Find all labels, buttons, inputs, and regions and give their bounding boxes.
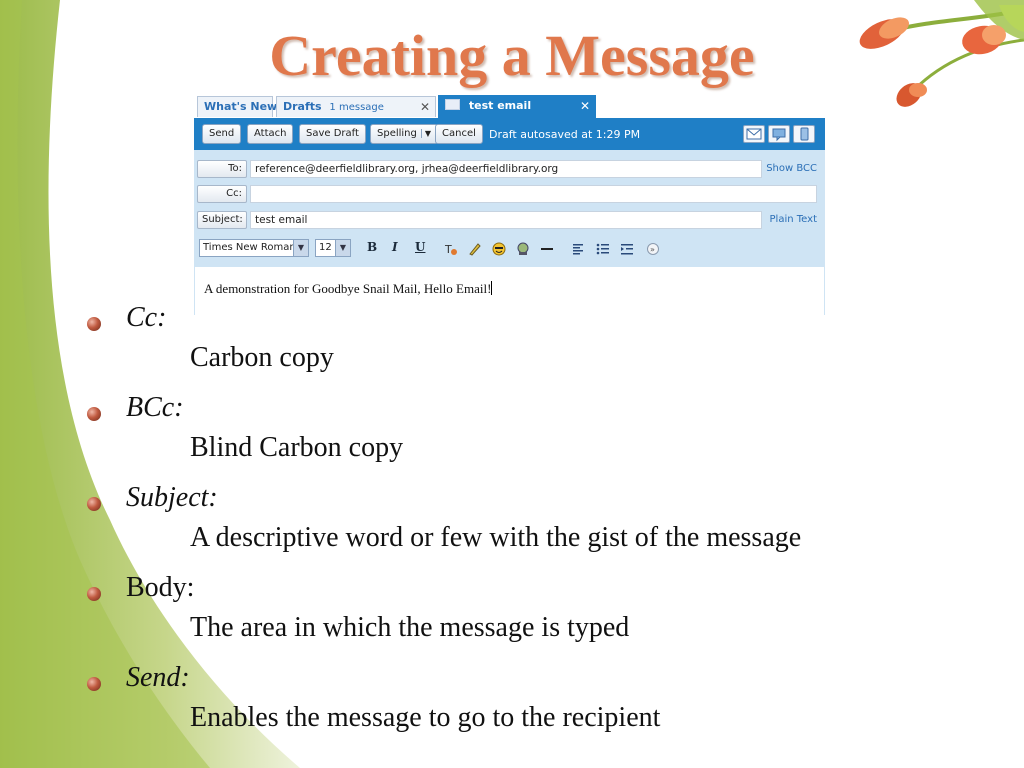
im-icon[interactable] xyxy=(768,125,790,143)
chevron-down-icon[interactable]: ▼ xyxy=(420,129,431,138)
tab-count: 1 message xyxy=(329,102,384,113)
bullet-term: Body: xyxy=(126,572,195,603)
to-field[interactable]: reference@deerfieldlibrary.org, jrhea@de… xyxy=(250,160,762,178)
insert-image-icon[interactable] xyxy=(516,242,530,256)
tab-bar: What's New Drafts 1 message ✕ test email… xyxy=(194,95,825,118)
send-button[interactable]: Send xyxy=(202,124,242,144)
mail-icon xyxy=(445,99,460,110)
bullet-icon xyxy=(87,497,101,511)
tab-test-email[interactable]: test email ✕ xyxy=(438,95,596,118)
bullet-icon xyxy=(87,407,101,421)
size-select[interactable]: 12 ▼ xyxy=(315,239,351,257)
plain-text-link[interactable]: Plain Text xyxy=(770,214,817,225)
align-icon[interactable] xyxy=(572,242,586,256)
chevron-down-icon[interactable]: ▼ xyxy=(293,240,308,256)
bullet-icon xyxy=(87,677,101,691)
format-toolbar: Times New Roman ▼ 12 ▼ B I U T » xyxy=(194,236,825,263)
bullet-term: Subject: xyxy=(126,482,218,513)
bullet-icon xyxy=(87,587,101,601)
spelling-button[interactable]: Spelling ▼ xyxy=(370,124,439,144)
header-fields: To: reference@deerfieldlibrary.org, jrhe… xyxy=(194,150,825,267)
bullet-definition: Carbon copy xyxy=(190,342,334,373)
tab-label: test email xyxy=(468,99,532,112)
email-view-icon[interactable] xyxy=(743,125,765,143)
tab-whats-new[interactable]: What's New xyxy=(197,96,277,117)
font-value: Times New Roman xyxy=(203,242,296,253)
tab-drafts[interactable]: Drafts 1 message ✕ xyxy=(276,96,436,117)
tab-label: What's New xyxy=(204,100,278,113)
cc-button[interactable]: Cc: xyxy=(197,185,247,203)
spelling-label: Spelling xyxy=(377,128,417,139)
bullet-definition: The area in which the message is typed xyxy=(190,612,630,643)
underline-button[interactable]: U xyxy=(415,240,425,256)
bullet-definition: A descriptive word or few with the gist … xyxy=(190,522,802,553)
bullet-definition: Enables the message to go to the recipie… xyxy=(190,702,661,733)
body-text: A demonstration for Goodbye Snail Mail, … xyxy=(204,281,493,297)
font-select[interactable]: Times New Roman ▼ xyxy=(199,239,309,257)
horizontal-rule-icon[interactable] xyxy=(540,242,554,256)
autosave-status: Draft autosaved at 1:29 PM xyxy=(489,128,641,141)
subject-label: Subject: xyxy=(197,211,247,229)
body-text-value: A demonstration for Goodbye Snail Mail, … xyxy=(204,281,492,296)
compose-toolbar: Send Attach Save Draft Spelling ▼ Cancel … xyxy=(194,118,825,150)
cc-field[interactable] xyxy=(250,185,817,203)
italic-button[interactable]: I xyxy=(392,240,398,256)
to-button[interactable]: To: xyxy=(197,160,247,178)
svg-text:»: » xyxy=(650,245,655,254)
tab-label: Drafts xyxy=(283,100,322,113)
emoticon-icon[interactable] xyxy=(492,242,506,256)
bullet-definition: Blind Carbon copy xyxy=(190,432,404,463)
cancel-button[interactable]: Cancel xyxy=(435,124,483,144)
attach-button[interactable]: Attach xyxy=(247,124,294,144)
subject-field[interactable]: test email xyxy=(250,211,762,229)
more-icon[interactable]: » xyxy=(646,242,660,256)
highlight-icon[interactable] xyxy=(468,242,482,256)
text-color-icon[interactable]: T xyxy=(444,242,458,256)
size-value: 12 xyxy=(319,242,332,253)
bold-button[interactable]: B xyxy=(367,240,377,256)
close-icon[interactable]: ✕ xyxy=(420,100,430,114)
close-icon[interactable]: ✕ xyxy=(580,99,590,113)
message-body[interactable]: A demonstration for Goodbye Snail Mail, … xyxy=(194,267,825,315)
show-bcc-link[interactable]: Show BCC xyxy=(766,163,817,174)
email-compose-screenshot: What's New Drafts 1 message ✕ test email… xyxy=(194,95,825,315)
svg-text:T: T xyxy=(444,243,452,256)
save-draft-button[interactable]: Save Draft xyxy=(299,124,366,144)
bullet-term: Cc: xyxy=(126,302,167,333)
bullet-icon xyxy=(87,317,101,331)
chevron-down-icon[interactable]: ▼ xyxy=(335,240,350,256)
indent-icon[interactable] xyxy=(620,242,634,256)
list-icon[interactable] xyxy=(596,242,610,256)
slide-title: Creating a Message xyxy=(269,23,755,88)
mobile-icon[interactable] xyxy=(793,125,815,143)
text-cursor xyxy=(491,281,493,295)
bullet-term: Send: xyxy=(126,662,190,693)
bullet-term: BCc: xyxy=(126,392,184,423)
